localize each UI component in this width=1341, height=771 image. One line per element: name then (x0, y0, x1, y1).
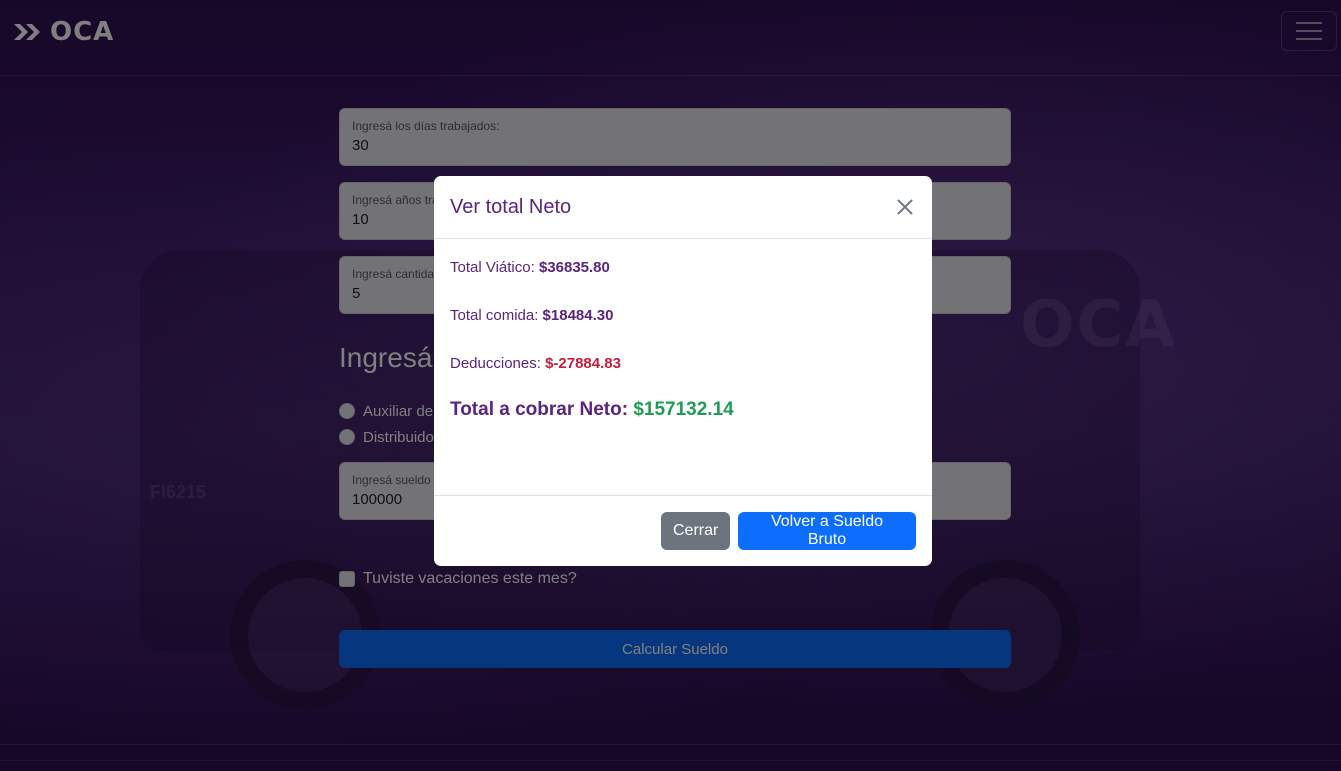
modal-title: Ver total Neto (450, 195, 572, 218)
modal-header: Ver total Neto (434, 176, 932, 239)
back-to-gross-button[interactable]: Volver a Sueldo Bruto (738, 511, 916, 550)
viatico-value: $36835.80 (538, 259, 610, 276)
viatico-line: Total Viático: $36835.80 (450, 259, 916, 277)
comida-line: Total comida: $18484.30 (450, 307, 916, 325)
net-total-value: $157132.14 (633, 399, 734, 420)
net-total-line: Total a cobrar Neto: $157132.14 (450, 399, 916, 421)
modal-footer: Cerrar Volver a Sueldo Bruto (434, 495, 932, 565)
deducciones-line: Deducciones: $-27884.83 (450, 355, 916, 373)
deducciones-value: $-27884.83 (545, 355, 621, 372)
comida-value: $18484.30 (542, 307, 614, 324)
line-label: Deducciones: (450, 355, 541, 372)
line-label: Total comida: (450, 307, 539, 324)
close-icon[interactable] (892, 194, 918, 220)
total-label: Total a cobrar Neto: (450, 399, 629, 420)
close-button[interactable]: Cerrar (661, 511, 730, 550)
modal-body: Total Viático: $36835.80 Total comida: $… (434, 239, 932, 495)
net-total-modal: Ver total Neto Total Viático: $36835.80 … (434, 176, 932, 566)
line-label: Total Viático: (450, 259, 535, 276)
